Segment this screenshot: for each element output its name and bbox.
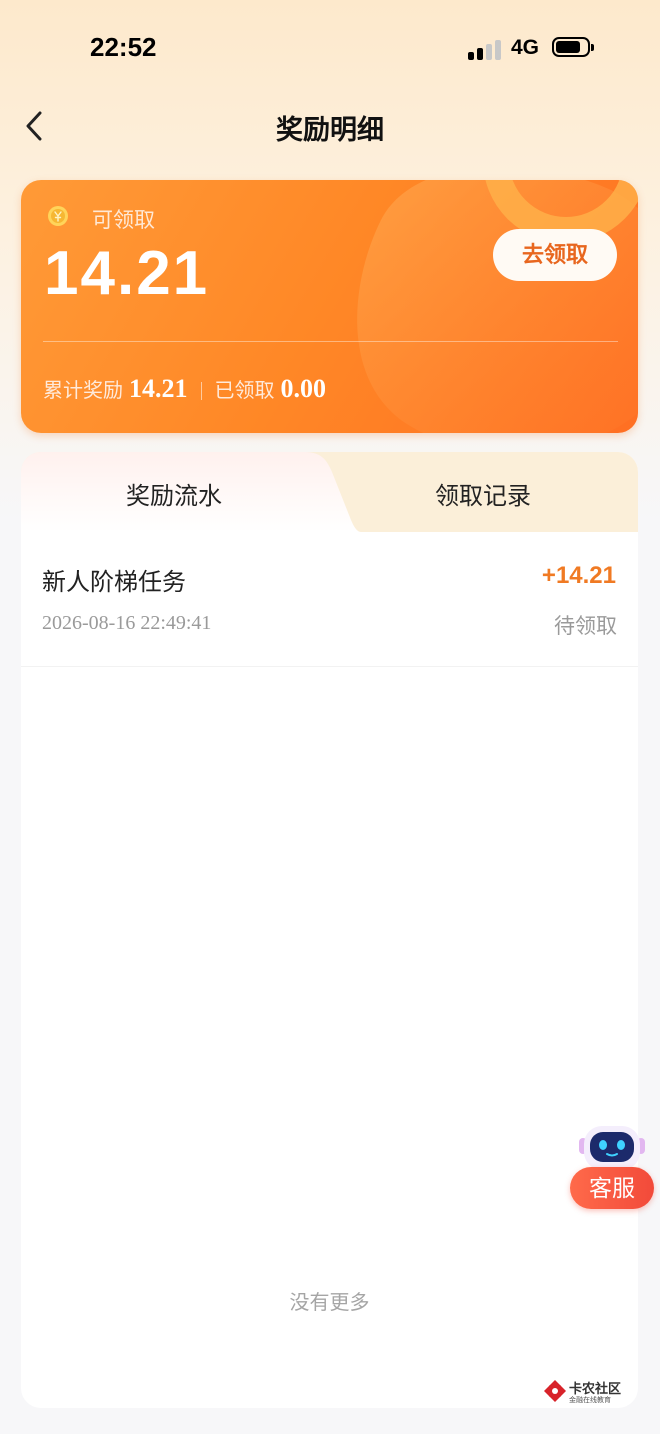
tab-bar: 奖励流水 领取记录 — [21, 452, 638, 532]
total-reward-value: 14.21 — [129, 374, 188, 403]
battery-icon — [552, 37, 594, 57]
record-status: 待领取 — [554, 615, 617, 638]
record-title: 新人阶梯任务 — [42, 569, 186, 596]
claimed-value: 0.00 — [280, 374, 327, 403]
claimable-label: 可领取 — [92, 209, 155, 232]
reward-totals: 累计奖励 14.21 已领取 0.00 — [43, 374, 326, 408]
watermark-subtext: 金融在线教育 — [569, 1397, 611, 1404]
network-label: 4G — [511, 36, 540, 59]
list-item: 新人阶梯任务 +14.21 2026-08-16 22:49:41 待领取 — [21, 532, 638, 667]
tab-claim-records-label: 领取记录 — [435, 483, 531, 510]
page-title: 奖励明细 — [276, 115, 384, 145]
record-time: 2026-08-16 22:49:41 — [42, 612, 212, 634]
customer-service-button[interactable]: 客服 — [570, 1167, 654, 1209]
card-divider — [43, 341, 618, 342]
list-end-text: 没有更多 — [289, 1292, 370, 1314]
tab-claim-records[interactable]: 领取记录 — [361, 452, 638, 532]
signal-icon — [468, 38, 502, 60]
status-bar: 22:52 4G — [0, 0, 660, 100]
kanong-logo-icon — [544, 1380, 566, 1402]
claim-button[interactable]: 去领取 — [493, 229, 617, 281]
tab-reward-flow[interactable]: 奖励流水 — [21, 452, 361, 532]
reward-list-panel: 奖励流水 领取记录 新人阶梯任务 +14.21 2026-08-16 22:49… — [21, 452, 638, 1408]
status-time: 22:52 — [90, 32, 157, 62]
coin-icon — [48, 206, 68, 226]
card-decoration — [357, 180, 638, 433]
robot-icon[interactable] — [577, 1124, 647, 1172]
claimable-amount: 14.21 — [44, 239, 210, 308]
watermark: 卡农社区 金融在线教育 — [543, 1377, 627, 1407]
record-amount: +14.21 — [541, 562, 616, 589]
total-reward-label: 累计奖励 — [43, 380, 123, 402]
summary-separator — [200, 382, 202, 400]
tab-reward-flow-label: 奖励流水 — [126, 483, 222, 510]
claimed-label: 已领取 — [214, 380, 275, 402]
